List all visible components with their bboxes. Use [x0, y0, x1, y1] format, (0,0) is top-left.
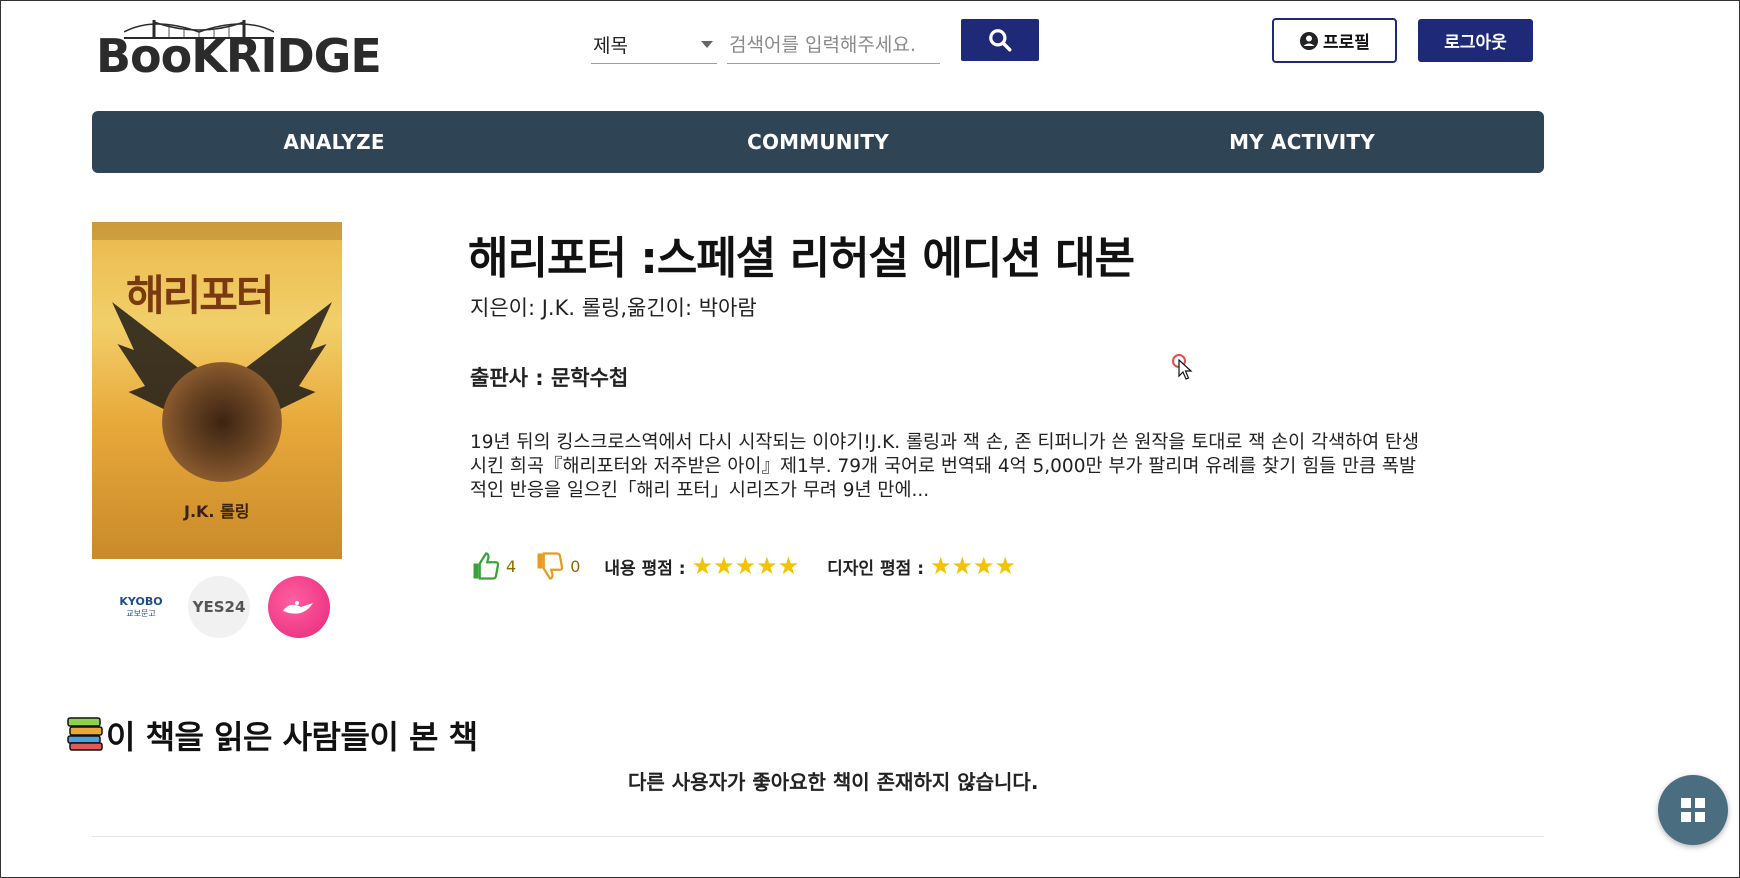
mouse-cursor-icon — [1172, 354, 1193, 380]
profile-button[interactable]: 프로필 — [1272, 18, 1397, 63]
logo-text: BooKRIDGE — [96, 29, 382, 83]
book-author: 지은이: J.K. 롤링,옮긴이: 박아람 — [470, 296, 757, 320]
search-input[interactable] — [727, 26, 940, 64]
books-stack-icon — [67, 717, 103, 751]
section-divider — [92, 836, 1544, 837]
like-button[interactable]: 4 — [470, 551, 516, 581]
like-count: 4 — [506, 556, 517, 576]
book-publisher: 출판사 : 문학수첩 — [470, 366, 629, 390]
book-description: 19년 뒤의 킹스크로스역에서 다시 시작되는 이야기!J.K. 롤링과 잭 손… — [470, 432, 1420, 501]
cover-title: 해리포터 — [126, 271, 275, 320]
nav-item-community[interactable]: COMMUNITY — [576, 111, 1060, 173]
search-icon — [989, 29, 1012, 52]
book-cover-image: 해리포터 J.K. 롤링 — [92, 222, 342, 559]
kyobo-store-link[interactable]: KYOBO 교보문고 — [110, 576, 172, 638]
cover-nest — [162, 362, 282, 482]
logout-label: 로그아웃 — [1444, 33, 1507, 53]
cover-author: J.K. 롤링 — [184, 502, 250, 521]
star-icon: ★ — [691, 552, 714, 580]
related-books-empty-message: 다른 사용자가 좋아요한 책이 존재하지 않습니다. — [628, 770, 1039, 794]
thumbs-up-icon — [473, 552, 500, 580]
bookridge-logo[interactable]: BooKRIDGE — [96, 18, 382, 80]
star-icon: ★ — [734, 552, 757, 580]
nav-label: ANALYZE — [283, 130, 385, 154]
genie-lamp-icon — [283, 601, 313, 614]
related-books-title: 이 책을 읽은 사람들이 본 책 — [106, 718, 478, 756]
cover-strip — [92, 222, 342, 240]
yes24-logo: YES24 — [192, 598, 246, 616]
dislike-button[interactable]: 0 — [534, 551, 580, 581]
star-icon: ★ — [713, 552, 735, 580]
caret-down-icon — [701, 41, 713, 48]
kyobo-sub-label: 교보문고 — [126, 609, 156, 618]
account-circle-icon — [1300, 31, 1319, 50]
floating-menu-button[interactable] — [1658, 775, 1728, 845]
star-icon: ★ — [994, 552, 1017, 580]
aladin-store-link[interactable] — [268, 576, 330, 638]
content-rating-stars: ★ ★ ★ ★ ★ — [692, 554, 800, 578]
nav-item-analyze[interactable]: ANALYZE — [92, 111, 576, 173]
star-icon: ★ — [973, 552, 995, 580]
design-rating-stars: ★ ★ ★ ★ — [930, 554, 1016, 578]
grid-icon — [1681, 798, 1705, 822]
profile-label: 프로필 — [1323, 33, 1370, 53]
search-type-value: 제목 — [593, 35, 628, 57]
yes24-store-link[interactable]: YES24 — [188, 576, 250, 638]
star-icon: ★ — [930, 552, 952, 580]
star-icon: ★ — [777, 552, 800, 580]
nav-label: COMMUNITY — [747, 130, 889, 154]
search-type-select[interactable]: 제목 — [591, 26, 717, 64]
dislike-count: 0 — [570, 556, 581, 576]
main-navbar: ANALYZE COMMUNITY MY ACTIVITY — [92, 111, 1544, 173]
nav-label: MY ACTIVITY — [1229, 130, 1375, 154]
design-rating-label: 디자인 평점 : — [827, 558, 924, 579]
search-button[interactable] — [961, 19, 1039, 61]
nav-item-my-activity[interactable]: MY ACTIVITY — [1060, 111, 1544, 173]
star-icon: ★ — [756, 552, 778, 580]
logout-button[interactable]: 로그아웃 — [1418, 19, 1533, 62]
star-icon: ★ — [951, 552, 974, 580]
book-title: 해리포터 :스페셜 리허설 에디션 대본 — [468, 233, 1135, 284]
kyobo-logo: KYOBO — [119, 595, 163, 608]
rating-row: 4 0 내용 평점 : ★ ★ ★ ★ ★ 디자인 평점 : ★ ★ ★ ★ — [470, 550, 1016, 582]
thumbs-down-icon — [537, 552, 564, 580]
content-rating-label: 내용 평점 : — [604, 558, 686, 579]
